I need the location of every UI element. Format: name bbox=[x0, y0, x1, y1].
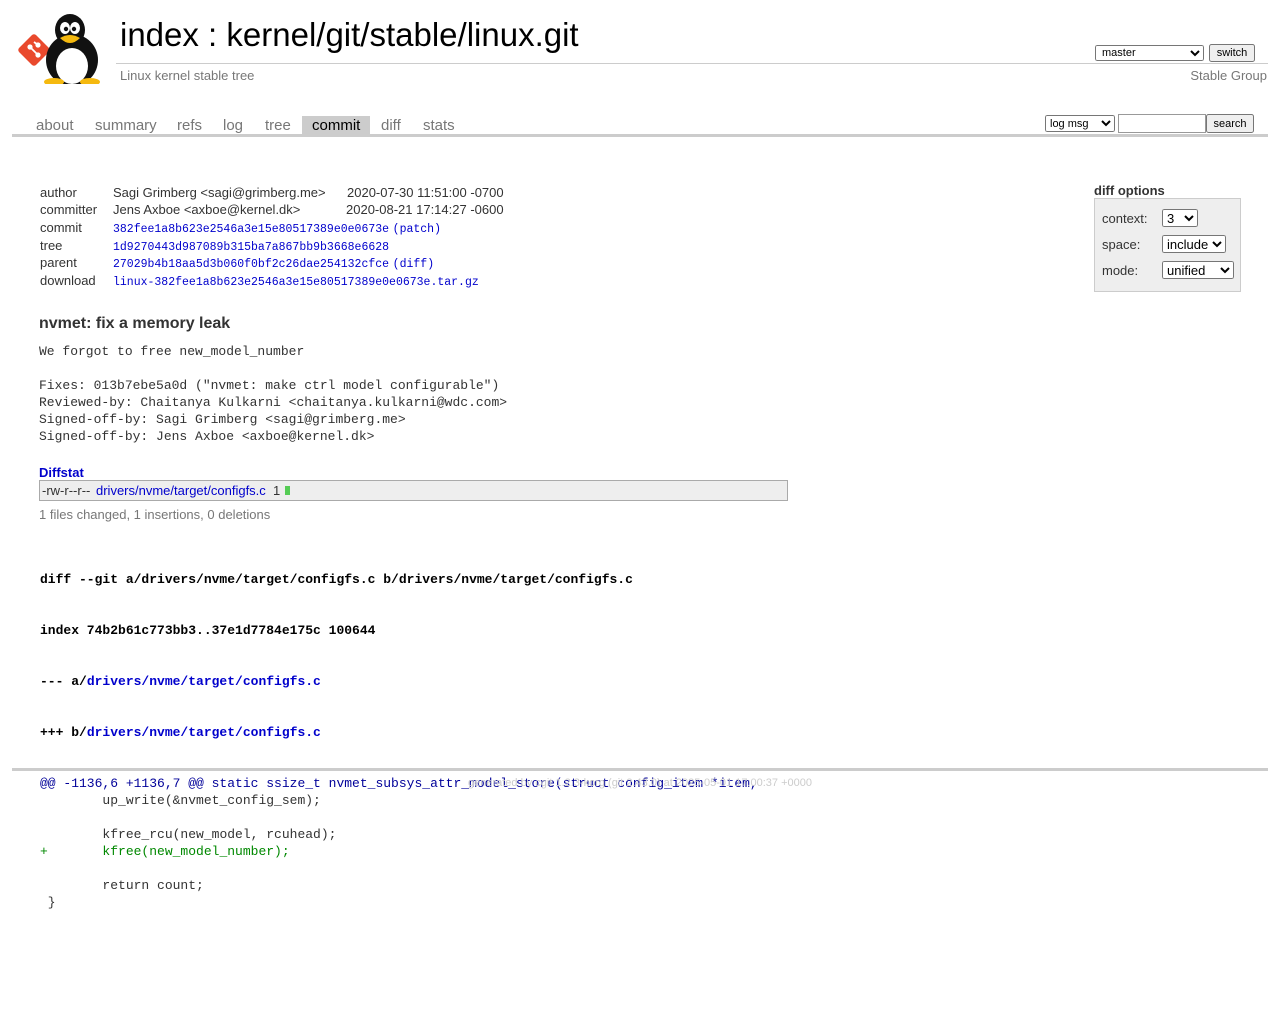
old-file-link[interactable]: drivers/nvme/target/configfs.c bbox=[87, 674, 321, 689]
diffstat-summary: 1 files changed, 1 insertions, 0 deletio… bbox=[39, 507, 271, 522]
diff-hunk-lines: @@ -1136,6 +1136,7 @@ static ssize_t nvm… bbox=[40, 775, 758, 911]
search-button[interactable]: search bbox=[1206, 114, 1254, 133]
diff-options-panel: context: 3 space: include mode: unified bbox=[1094, 198, 1241, 292]
tabs-divider bbox=[12, 134, 1268, 137]
commit-subject: nvmet: fix a memory leak bbox=[39, 315, 231, 332]
page-title: index : kernel/git/stable/linux.git bbox=[120, 16, 579, 54]
mode-label: mode: bbox=[1102, 263, 1139, 278]
branch-select[interactable]: master bbox=[1095, 45, 1204, 61]
diff-context-line bbox=[40, 809, 758, 826]
footer-suffix: (git 2.43.0) at 2025-05-01 17:00:37 +000… bbox=[604, 777, 812, 789]
diffstat-header-link[interactable]: Diffstat bbox=[39, 465, 84, 480]
file-mode: -rw-r--r-- bbox=[42, 483, 91, 498]
search-input[interactable] bbox=[1118, 114, 1206, 133]
title-separator: : bbox=[198, 16, 227, 53]
committer-label: committer bbox=[40, 202, 98, 217]
insertions-bar bbox=[285, 486, 290, 495]
plus-prefix: +++ b/ bbox=[40, 725, 87, 740]
header-divider bbox=[116, 63, 1268, 64]
download-label: download bbox=[40, 273, 96, 288]
diff-options-title: diff options bbox=[1094, 183, 1165, 198]
committer-value: Jens Axboe <axboe@kernel.dk> bbox=[113, 202, 301, 217]
diff-context-line: return count; bbox=[40, 878, 204, 893]
tree-label: tree bbox=[40, 238, 63, 253]
diff-plus-line: +++ b/drivers/nvme/target/configfs.c bbox=[40, 724, 758, 741]
parent-hash-link[interactable]: 27029b4b18aa5d3b060f0bf2c26dae254132cfce bbox=[113, 258, 389, 271]
diff-context-line: } bbox=[40, 895, 56, 910]
commit-label: commit bbox=[40, 220, 82, 235]
footer-prefix: generated by bbox=[467, 777, 536, 789]
minus-prefix: --- a/ bbox=[40, 674, 87, 689]
tab-refs[interactable]: refs bbox=[167, 116, 212, 134]
diff-context-line bbox=[40, 860, 758, 877]
mode-select[interactable]: unified bbox=[1162, 261, 1234, 279]
diff-added-line: + kfree(new_model_number); bbox=[40, 844, 290, 859]
repo-description: Linux kernel stable tree bbox=[120, 68, 255, 83]
download-link[interactable]: linux-382fee1a8b623e2546a3e15e80517389e0… bbox=[113, 276, 479, 289]
tab-stats[interactable]: stats bbox=[413, 116, 465, 134]
commit-message-body: We forgot to free new_model_number Fixes… bbox=[39, 344, 508, 444]
footer-divider bbox=[12, 768, 1268, 771]
diff-minus-line: --- a/drivers/nvme/target/configfs.c bbox=[40, 673, 758, 690]
space-label: space: bbox=[1102, 237, 1141, 252]
repo-link[interactable]: kernel/git/stable/linux.git bbox=[226, 16, 578, 53]
diff-context-line: up_write(&nvmet_config_sem); bbox=[40, 793, 321, 808]
tab-diff[interactable]: diff bbox=[371, 116, 411, 134]
tab-about[interactable]: about bbox=[26, 116, 84, 134]
committer-date: 2020-08-21 17:14:27 -0600 bbox=[346, 202, 504, 217]
context-label: context: bbox=[1102, 211, 1148, 226]
index-link[interactable]: index bbox=[120, 16, 199, 53]
diff-context-line: kfree_rcu(new_model, rcuhead); bbox=[40, 827, 337, 842]
author-date: 2020-07-30 11:51:00 -0700 bbox=[347, 185, 504, 200]
author-label: author bbox=[40, 185, 77, 200]
footer: generated by cgit 1.2.3-korg (git 2.43.0… bbox=[0, 777, 1280, 789]
tab-commit[interactable]: commit bbox=[302, 116, 371, 134]
patch-link[interactable]: patch bbox=[400, 223, 435, 236]
diff-git-line: diff --git a/drivers/nvme/target/configf… bbox=[40, 572, 633, 587]
diffstat-table: -rw-r--r-- drivers/nvme/target/configfs.… bbox=[39, 480, 788, 501]
tree-hash-link[interactable]: 1d9270443d987089b315ba7a867bb9b3668e6628 bbox=[113, 241, 389, 254]
diffstat-file-link[interactable]: drivers/nvme/target/configfs.c bbox=[96, 483, 266, 498]
tab-summary[interactable]: summary bbox=[85, 116, 167, 134]
commit-hash-link[interactable]: 382fee1a8b623e2546a3e15e80517389e0e0673e bbox=[113, 223, 389, 236]
search-mode-select[interactable]: log msg bbox=[1045, 115, 1115, 132]
tab-tree[interactable]: tree bbox=[255, 116, 301, 134]
switch-button[interactable]: switch bbox=[1209, 44, 1255, 62]
diff-view: diff --git a/drivers/nvme/target/configf… bbox=[40, 537, 758, 928]
parent-label: parent bbox=[40, 255, 77, 270]
author-value: Sagi Grimberg <sagi@grimberg.me> bbox=[113, 185, 326, 200]
space-select[interactable]: include bbox=[1162, 235, 1226, 253]
git-tux-logo-icon[interactable] bbox=[16, 12, 110, 86]
diff-index-line: index 74b2b61c773bb3..37e1d7784e175c 100… bbox=[40, 623, 376, 638]
cgit-link[interactable]: cgit 1.2.3-korg bbox=[535, 777, 605, 789]
tab-log[interactable]: log bbox=[213, 116, 253, 134]
diffstat-count: 1 bbox=[273, 483, 281, 498]
new-file-link[interactable]: drivers/nvme/target/configfs.c bbox=[87, 725, 321, 740]
repo-owner: Stable Group bbox=[1190, 68, 1267, 83]
parent-diff-link[interactable]: diff bbox=[400, 258, 428, 271]
context-select[interactable]: 3 bbox=[1162, 209, 1198, 227]
